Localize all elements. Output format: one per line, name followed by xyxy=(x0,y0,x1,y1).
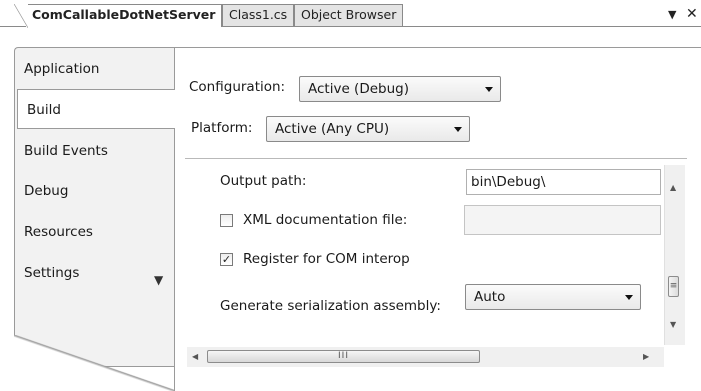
serialization-value: Auto xyxy=(474,289,506,305)
xml-documentation-label: XML documentation file: xyxy=(243,212,408,228)
configuration-dropdown[interactable]: Active (Debug) xyxy=(299,76,501,102)
serialization-dropdown[interactable]: Auto xyxy=(465,284,641,310)
tab-comcallabledotnetserver[interactable]: ComCallableDotNetServer xyxy=(13,4,223,28)
scroll-down-icon[interactable]: ▼ xyxy=(670,320,676,329)
side-tab-build[interactable]: Build xyxy=(17,89,175,129)
serialization-label: Generate serialization assembly: xyxy=(220,298,441,314)
side-tab-debug[interactable]: Debug xyxy=(24,171,174,211)
configuration-value: Active (Debug) xyxy=(308,81,409,97)
side-tab-build-events[interactable]: Build Events xyxy=(24,131,174,171)
scroll-left-icon[interactable]: ◀ xyxy=(192,352,198,361)
build-settings-panel: Configuration: Active (Debug) Platform: … xyxy=(174,47,701,391)
vertical-scrollbar[interactable]: ▲ ≡ ▼ xyxy=(664,165,685,345)
project-properties-page: Application Build Build Events Debug Res… xyxy=(14,47,701,391)
horizontal-scroll-thumb[interactable]: III xyxy=(207,350,480,363)
scroll-right-icon[interactable]: ▶ xyxy=(643,352,649,361)
xml-documentation-field xyxy=(464,205,661,235)
side-tab-settings[interactable]: Settings xyxy=(24,253,174,293)
vertical-scroll-thumb[interactable]: ≡ xyxy=(668,276,679,297)
dropdown-arrow-icon xyxy=(485,87,493,92)
configuration-label: Configuration: xyxy=(189,79,286,95)
output-path-field[interactable]: bin\Debug\ xyxy=(466,169,661,195)
platform-label: Platform: xyxy=(191,120,253,136)
property-side-tabs: Application Build Build Events Debug Res… xyxy=(14,47,176,391)
tab-object-browser[interactable]: Object Browser xyxy=(294,4,404,26)
section-divider xyxy=(185,158,687,159)
tab-overflow-icon[interactable]: ▼ xyxy=(154,273,163,287)
document-tab-strip: ComCallableDotNetServer Class1.cs Object… xyxy=(0,0,701,28)
scroll-up-icon[interactable]: ▲ xyxy=(670,183,676,192)
side-tabs-tail xyxy=(14,335,176,391)
side-tab-resources[interactable]: Resources xyxy=(24,212,174,252)
dropdown-arrow-icon xyxy=(625,295,633,300)
settings-scroll-area: Output path: bin\Debug\ XML documentatio… xyxy=(187,165,685,367)
chevron-down-icon[interactable]: ▼ xyxy=(668,8,676,21)
xml-documentation-checkbox[interactable] xyxy=(220,214,233,227)
platform-dropdown[interactable]: Active (Any CPU) xyxy=(266,116,470,142)
platform-value: Active (Any CPU) xyxy=(275,121,390,137)
com-interop-checkbox[interactable]: ✓ xyxy=(220,253,233,266)
dropdown-arrow-icon xyxy=(454,127,462,132)
tab-class1-cs[interactable]: Class1.cs xyxy=(222,4,295,26)
horizontal-scrollbar[interactable]: ◀ III ▶ xyxy=(187,347,664,367)
close-icon[interactable]: ✕ xyxy=(686,6,698,22)
com-interop-label: Register for COM interop xyxy=(243,251,410,267)
side-tab-application[interactable]: Application xyxy=(24,49,174,89)
output-path-label: Output path: xyxy=(220,173,307,189)
